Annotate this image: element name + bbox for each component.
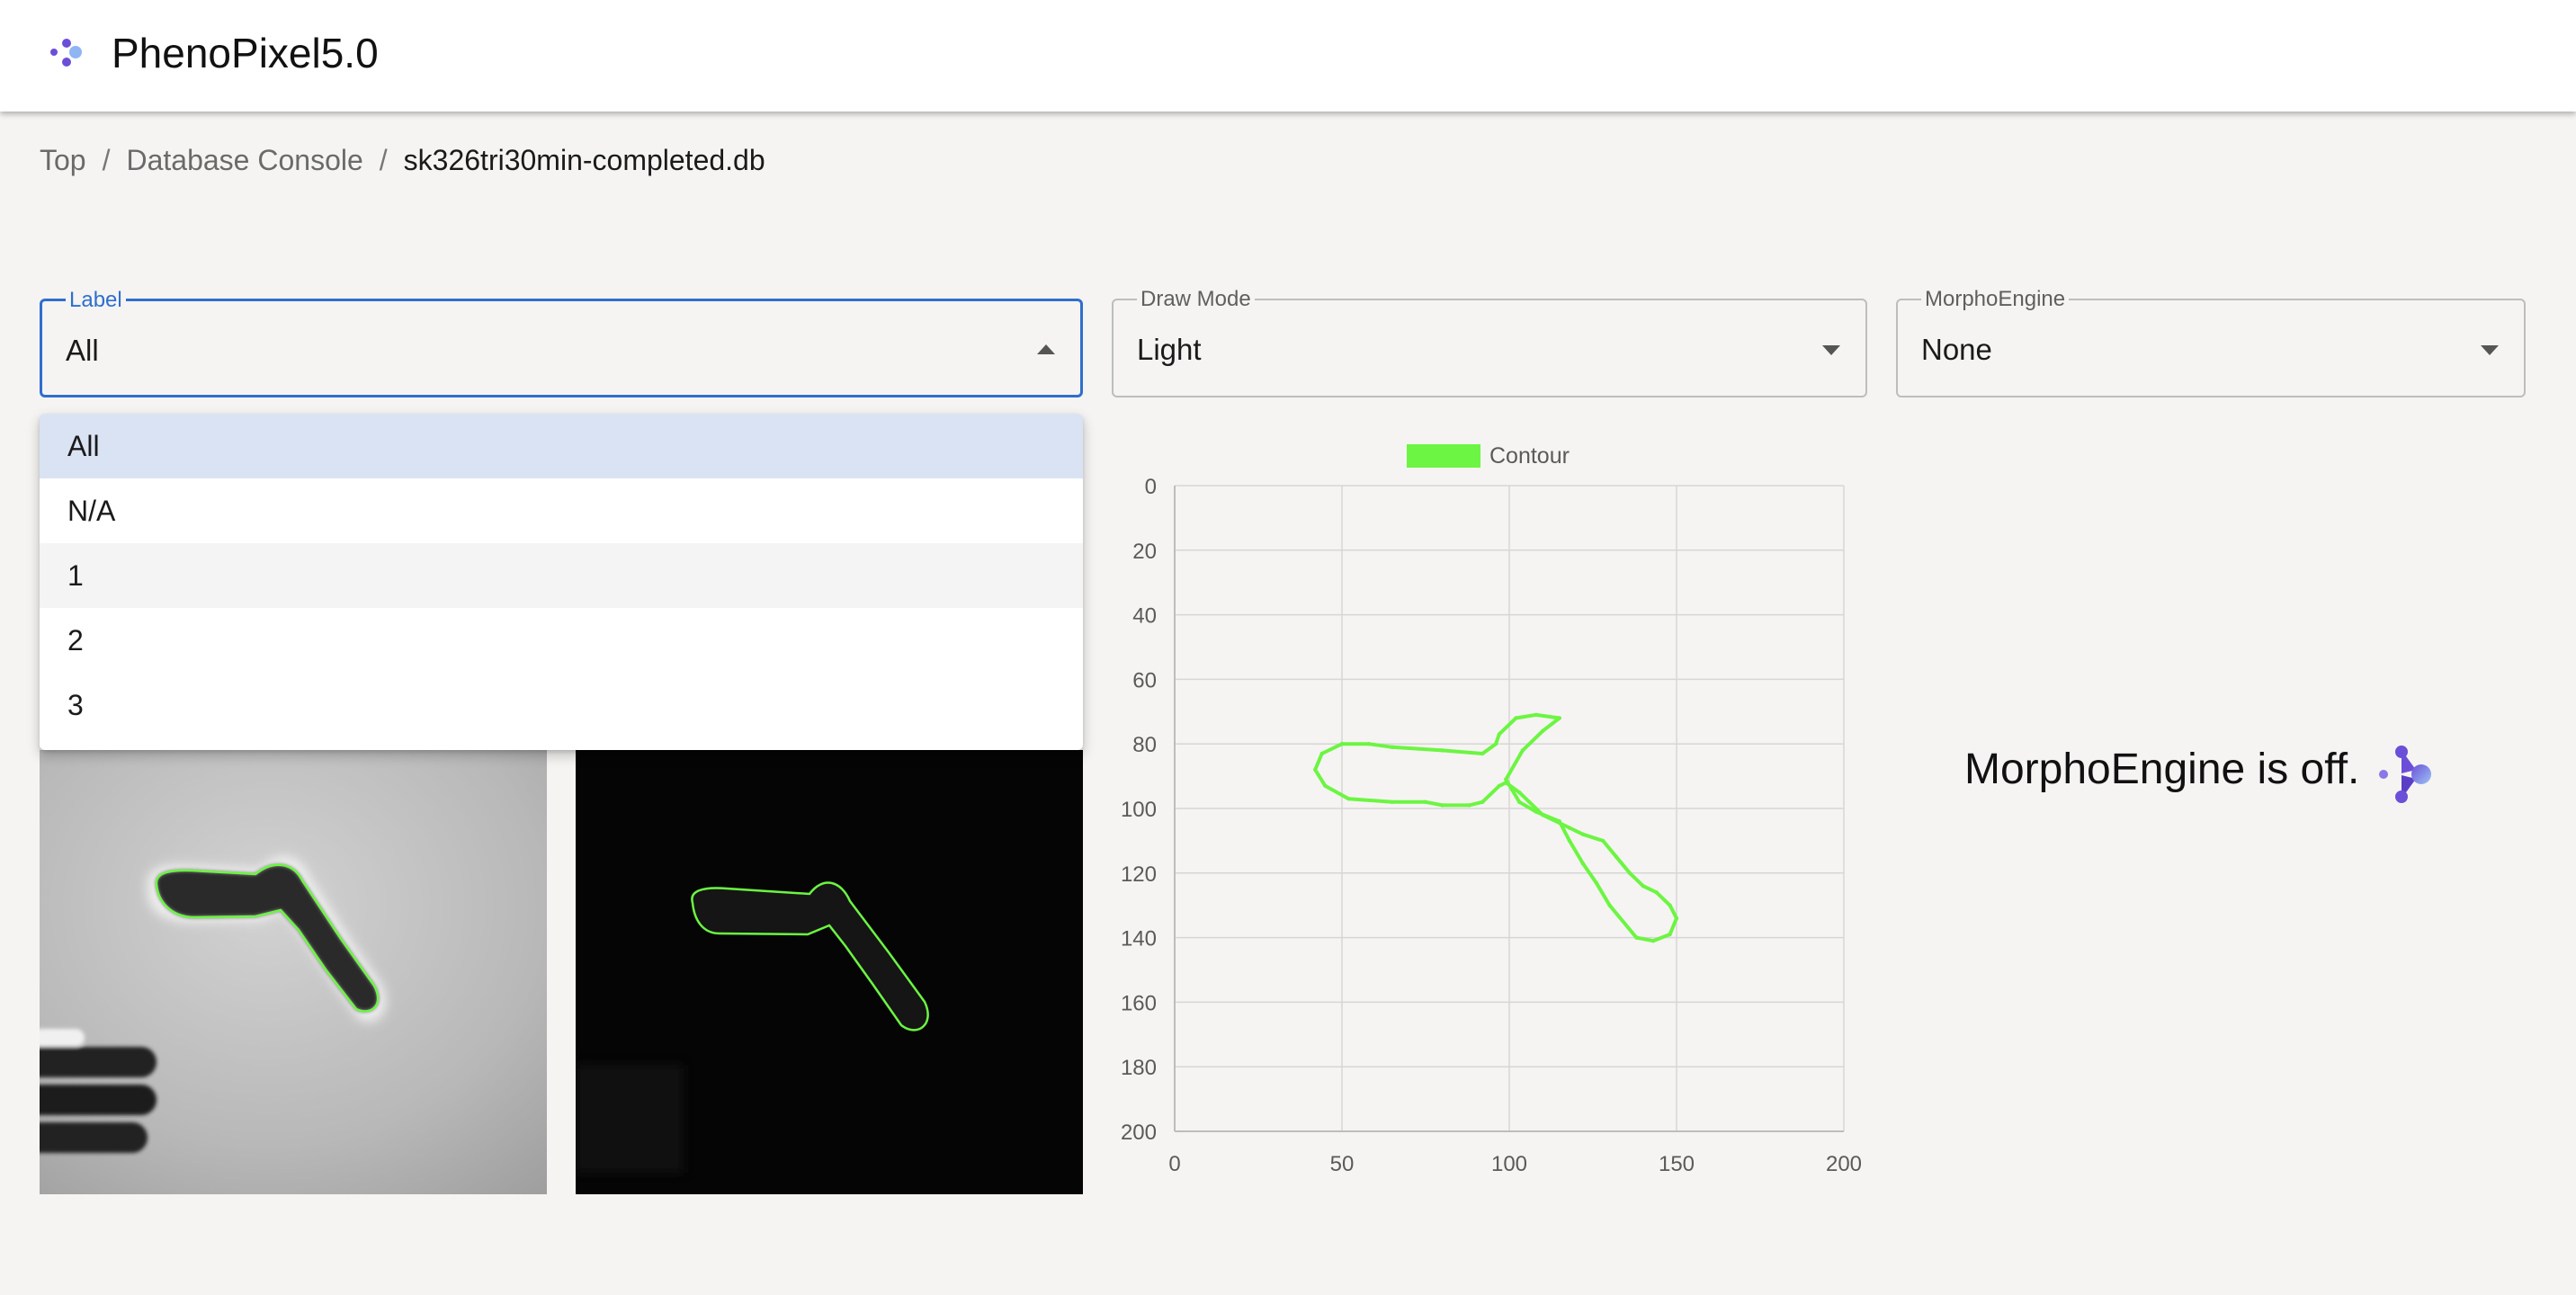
x-tick-label: 100: [1491, 1152, 1527, 1176]
y-tick-label: 180: [1121, 1056, 1157, 1080]
contour-point: [1650, 938, 1656, 943]
contour-point: [1668, 932, 1672, 937]
contour-point: [1614, 854, 1619, 860]
contour-point: [1423, 799, 1428, 805]
contour-point: [1390, 745, 1394, 749]
y-tick-label: 60: [1132, 668, 1157, 692]
y-tick-label: 140: [1121, 927, 1157, 951]
contour-point: [1497, 732, 1502, 737]
contour-point: [1520, 748, 1525, 753]
breadcrumb-separator: /: [102, 144, 111, 176]
contour-chart: Contour 0 50 100 150 200 0 20 40 60 80 100 120 140 16…: [1121, 443, 1862, 1176]
contour-point: [1567, 826, 1572, 830]
contour-point: [1541, 728, 1545, 734]
contour-point: [1493, 742, 1498, 746]
label-option-2[interactable]: 2: [40, 608, 1083, 673]
y-tick-label: 40: [1132, 604, 1157, 629]
chevron-down-icon[interactable]: [2481, 345, 2499, 355]
contour-point: [1557, 819, 1561, 824]
contour-point: [1607, 903, 1612, 907]
contour-point: [1319, 751, 1324, 756]
contour-point: [1313, 767, 1318, 773]
phase-contrast-image: [40, 750, 547, 1194]
label-option-1[interactable]: 1: [40, 543, 1083, 608]
contour-point: [1346, 797, 1351, 801]
contour-point: [1534, 712, 1538, 718]
contour-point: [1514, 716, 1518, 720]
label-select-value: All: [66, 334, 99, 367]
y-tick-label: 100: [1121, 798, 1157, 822]
contour-point: [1668, 903, 1672, 907]
contour-point: [1440, 803, 1445, 808]
y-tick-label: 0: [1145, 475, 1157, 499]
contour-point: [1534, 809, 1538, 814]
contour-point: [1323, 783, 1328, 789]
breadcrumb-separator: /: [379, 144, 388, 176]
legend-label: Contour: [1489, 443, 1570, 469]
label-select[interactable]: Label All: [40, 289, 1083, 397]
contour-point: [1594, 880, 1598, 885]
app-title: PhenoPixel5.0: [112, 30, 379, 76]
y-tick-label: 80: [1132, 733, 1157, 757]
contour-point: [1504, 777, 1508, 781]
chevron-down-icon[interactable]: [1822, 345, 1840, 355]
app-bar: PhenoPixel5.0: [0, 0, 2576, 112]
contour-point: [1580, 861, 1586, 866]
contour-point: [1497, 783, 1502, 789]
contour-point: [1600, 838, 1606, 844]
contour-point: [1480, 751, 1485, 756]
label-option-3[interactable]: 3: [40, 673, 1083, 737]
contour-point: [1634, 935, 1639, 940]
chevron-up-icon[interactable]: [1037, 344, 1055, 354]
draw-mode-select-value: Light: [1137, 333, 1202, 366]
contour-point: [1557, 716, 1561, 720]
draw-mode-select-legend: Draw Mode: [1137, 288, 1255, 311]
legend-swatch: [1407, 444, 1480, 468]
morphoengine-select[interactable]: MorphoEngine None: [1896, 288, 2526, 397]
y-tick-label: 20: [1132, 540, 1157, 564]
breadcrumb-current-db: sk326tri30min-completed.db: [403, 144, 765, 176]
fluorescence-image: [576, 750, 1083, 1194]
contour-point: [1641, 883, 1645, 889]
morphoengine-select-legend: MorphoEngine: [1921, 288, 2070, 311]
morphoengine-icon: [2379, 746, 2431, 803]
contour-point: [1480, 799, 1485, 805]
breadcrumb-top[interactable]: Top: [40, 144, 86, 176]
y-tick-label: 160: [1121, 991, 1157, 1015]
contour-point: [1580, 832, 1586, 836]
contour-point: [1567, 838, 1572, 844]
draw-mode-select[interactable]: Draw Mode Light: [1112, 288, 1867, 397]
contour-point: [1654, 890, 1659, 895]
contour-point: [1627, 871, 1632, 875]
morphoengine-select-value: None: [1921, 333, 1992, 366]
x-tick-label: 150: [1659, 1152, 1695, 1176]
phenopixel-logo-icon: [50, 39, 82, 67]
contour-point: [1541, 812, 1545, 817]
contour-point: [1366, 742, 1371, 746]
label-option-na[interactable]: N/A: [40, 478, 1083, 543]
label-dropdown-menu: All N/A 1 2 3: [40, 414, 1083, 750]
contour-point: [1516, 790, 1522, 795]
contour-point: [1339, 742, 1345, 746]
contour-point: [1674, 915, 1679, 921]
y-tick-label: 200: [1121, 1121, 1157, 1145]
y-tick-label: 120: [1121, 862, 1157, 887]
breadcrumb: Top / Database Console / sk326tri30min-compl…: [40, 144, 765, 177]
label-option-all[interactable]: All: [40, 414, 1083, 478]
contour-point: [1467, 803, 1471, 808]
contour-series-line: [1313, 712, 1678, 943]
morphoengine-status-text: MorphoEngine is off.: [1964, 746, 2360, 793]
breadcrumb-database-console[interactable]: Database Console: [126, 144, 362, 176]
contour-point: [1440, 748, 1445, 753]
label-select-legend: Label: [66, 289, 126, 312]
chart-legend: Contour: [1407, 443, 1570, 469]
contour-point: [1390, 799, 1394, 805]
x-tick-label: 0: [1168, 1152, 1180, 1176]
x-tick-label: 50: [1330, 1152, 1355, 1176]
contour-point: [1516, 799, 1522, 805]
x-tick-label: 200: [1826, 1152, 1862, 1176]
